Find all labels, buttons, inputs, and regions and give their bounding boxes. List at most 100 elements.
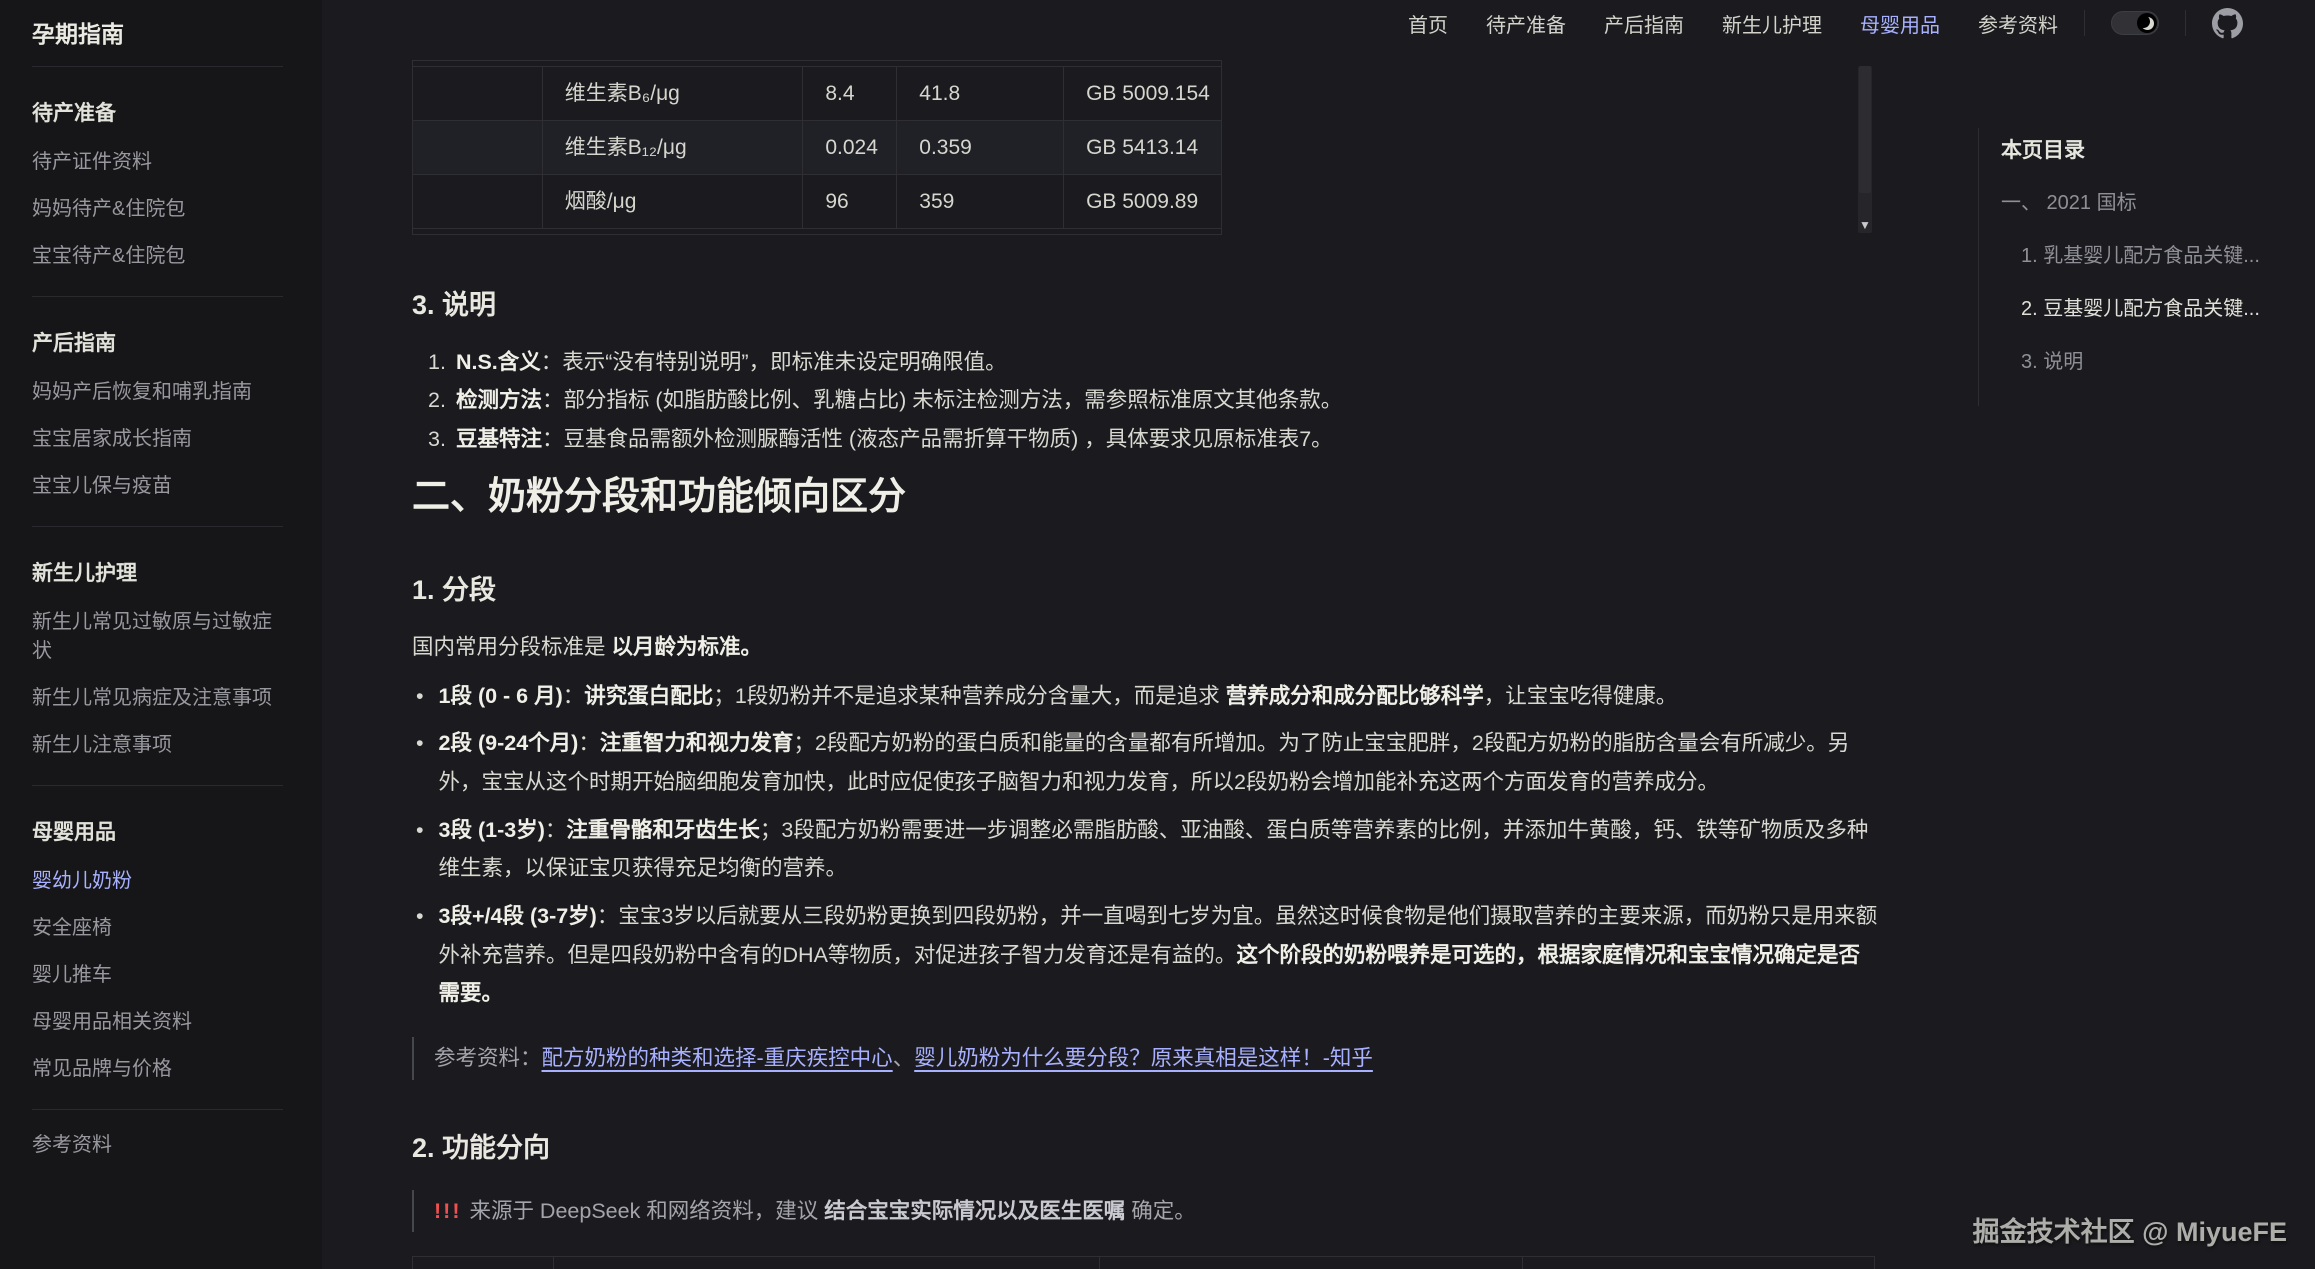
toc-item[interactable]: 1. 乳基婴儿配方食品关键... [2001, 239, 2290, 268]
github-link[interactable] [2212, 8, 2243, 39]
moon-icon [2141, 17, 2154, 30]
bullet-marker: • [416, 897, 424, 1013]
category-cell [413, 121, 543, 175]
page-toc: 本页目录 一、 2021 国标 1. 乳基婴儿配方食品关键... 2. 豆基婴儿配方… [1978, 128, 2290, 406]
table-scrollbar[interactable]: ▼ [1858, 66, 1872, 233]
sidebar-item[interactable]: 宝宝待产&住院包 [32, 239, 290, 268]
note-term: N.S.含义 [456, 350, 541, 374]
nav-item[interactable]: 母婴用品 [1860, 9, 1940, 38]
note-number: 3. [428, 427, 446, 451]
bullet-marker: • [416, 677, 424, 716]
sidebar-item[interactable]: 参考资料 [32, 1128, 290, 1157]
sidebar-item[interactable]: 宝宝儿保与疫苗 [32, 469, 290, 498]
sidebar-item[interactable]: 婴幼儿奶粉 [32, 864, 290, 893]
sidebar-divider [32, 526, 283, 527]
navbar-divider [2185, 10, 2186, 36]
toc-item[interactable]: 2. 豆基婴儿配方食品关键... [2001, 292, 2290, 321]
watermark: 掘金技术社区 @ MiyueFE [1973, 1210, 2287, 1249]
sidebar-item[interactable]: 新生儿注意事项 [32, 728, 290, 757]
sidebar-divider [32, 66, 283, 67]
table-header-cell: 适用情况 [1523, 1257, 1875, 1269]
note-text: ：豆基食品需额外检测脲酶活性 (液态产品需折算干物质) ，具体要求见原标准表7。 [542, 427, 1333, 451]
text-segment: 2段 (9-24个月) [439, 731, 579, 755]
reference-link[interactable]: 配方奶粉的种类和选择-重庆疾控中心 [542, 1046, 893, 1070]
table-row: 维生素B₁₂/μg 0.024 0.359 GB 5413.14 [413, 121, 1222, 175]
nav-links: 首页 待产准备 产后指南 新生儿护理 母婴用品 参考资料 [1408, 9, 2058, 38]
function-heading: 2. 功能分向 [412, 1132, 1878, 1166]
sidebar-item[interactable]: 母婴用品相关资料 [32, 1005, 290, 1034]
nutrient-name-cell: 维生素B₁₂/μg [542, 121, 803, 175]
sidebar-item[interactable]: 新生儿常见病症及注意事项 [32, 681, 290, 710]
sidebar-item[interactable]: 宝宝居家成长指南 [32, 422, 290, 451]
text-segment: 以月龄为标准。 [611, 635, 762, 659]
sidebar-item[interactable]: 新生儿常见过敏原与过敏症状 [32, 605, 290, 663]
toc-item[interactable]: 一、 2021 国标 [2001, 186, 2290, 215]
reference-blockquote: 参考资料：配方奶粉的种类和选择-重庆疾控中心、婴儿奶粉为什么要分段？原来真相是这… [412, 1037, 1878, 1080]
nav-item[interactable]: 新生儿护理 [1722, 9, 1822, 38]
text-segment: 确定。 [1125, 1199, 1195, 1223]
sidebar-divider [32, 1109, 283, 1110]
text-segment: 注重智力和视力发育 [600, 731, 794, 755]
sidebar-group: 参考资料 [0, 1128, 322, 1157]
github-icon [2212, 8, 2243, 39]
section-heading: 二、奶粉分段和功能倾向区分 [412, 473, 1878, 522]
sidebar-group: 母婴用品 婴幼儿奶粉安全座椅婴儿推车母婴用品相关资料常见品牌与价格 [0, 816, 322, 1110]
nav-item[interactable]: 首页 [1408, 9, 1448, 38]
sidebar-divider [32, 296, 283, 297]
scrollbar-thumb[interactable] [1859, 66, 1871, 193]
nav-item[interactable]: 参考资料 [1978, 9, 2058, 38]
max-value-cell: 41.8 [897, 67, 1064, 121]
table-header-cell: 主要成分特点 [554, 1257, 1100, 1269]
text-segment: 国内常用分段标准是 [412, 635, 611, 659]
text-segment: ： [578, 731, 600, 755]
note-item: 1.N.S.含义：表示“没有特别说明”，即标准未设定明确限值。 [428, 343, 1878, 382]
nutrition-table-scroll-container: 维生素B₆/μg 8.4 41.8 GB 5009.154 维生素B₁₂/μg … [412, 60, 1878, 237]
min-value-cell: 96 [803, 175, 897, 229]
category-cell [413, 67, 543, 121]
toc-item[interactable]: 3. 说明 [2001, 345, 2290, 374]
bullet-text: 3段+/4段 (3-7岁)：宝宝3岁以后就要从三段奶粉更换到四段奶粉，并一直喝到… [439, 897, 1878, 1013]
text-segment: !!! [434, 1199, 461, 1223]
reference-link[interactable]: 婴儿奶粉为什么要分段？原来真相是这样！-知乎 [914, 1046, 1373, 1070]
sidebar-item[interactable]: 妈妈产后恢复和哺乳指南 [32, 375, 290, 404]
sidebar: 孕期指南 待产准备 待产证件资料妈妈待产&住院包宝宝待产&住院包 产后指南 妈妈… [0, 0, 322, 1269]
note-number: 2. [428, 388, 446, 412]
toc-title: 本页目录 [2001, 134, 2290, 164]
nav-item[interactable]: 产后指南 [1604, 9, 1684, 38]
note-number: 1. [428, 350, 446, 374]
text-segment: ；1段奶粉并不是追求某种营养成分含量大，而是追求 [713, 684, 1225, 708]
table-row: 维生素B₆/μg 8.4 41.8 GB 5009.154 [413, 67, 1222, 121]
sidebar-group-title: 新生儿护理 [32, 557, 290, 587]
bullet-marker: • [416, 724, 424, 801]
sidebar-group: 新生儿护理 新生儿常见过敏原与过敏症状新生儿常见病症及注意事项新生儿注意事项 [0, 557, 322, 786]
text-segment: 参考资料： [434, 1046, 542, 1070]
gb-standard-cell: GB 5009.154 [1064, 67, 1222, 121]
bullet-text: 2段 (9-24个月)：注重智力和视力发育；2段配方奶粉的蛋白质和能量的含量都有… [439, 724, 1878, 801]
text-segment: ： [545, 818, 567, 842]
gb-standard-cell: GB 5413.14 [1064, 121, 1222, 175]
toggle-knob [2137, 13, 2157, 33]
bullet-marker: • [416, 811, 424, 888]
sidebar-group: 产后指南 妈妈产后恢复和哺乳指南宝宝居家成长指南宝宝儿保与疫苗 [0, 327, 322, 527]
theme-toggle[interactable] [2111, 11, 2159, 35]
sidebar-group-title: 产后指南 [32, 327, 290, 357]
scroll-down-arrow-icon[interactable]: ▼ [1858, 218, 1872, 232]
sidebar-item[interactable]: 安全座椅 [32, 911, 290, 940]
bullet-item: • 3段 (1-3岁)：注重骨骼和牙齿生长；3段配方奶粉需要进一步调整必需脂肪酸… [416, 811, 1878, 888]
bullet-item: • 3段+/4段 (3-7岁)：宝宝3岁以后就要从三段奶粉更换到四段奶粉，并一直… [416, 897, 1878, 1013]
sidebar-group-title: 待产准备 [32, 97, 290, 127]
text-segment: ： [563, 684, 585, 708]
note-text: ：部分指标 (如脂肪酸比例、乳糖占比) 未标注检测方法，需参照标准原文其他条款。 [542, 388, 1342, 412]
table-header-row: 功能方向主要成分特点代表成分/产品示例适用情况 [413, 1257, 1875, 1269]
nav-item[interactable]: 待产准备 [1486, 9, 1566, 38]
main-content: 维生素B₆/μg 8.4 41.8 GB 5009.154 维生素B₁₂/μg … [412, 46, 1878, 1269]
app-window: 孕期指南 待产准备 待产证件资料妈妈待产&住院包宝宝待产&住院包 产后指南 妈妈… [0, 0, 2315, 1269]
sidebar-item[interactable]: 妈妈待产&住院包 [32, 192, 290, 221]
text-segment: ，让宝宝吃得健康。 [1484, 684, 1678, 708]
sidebar-item[interactable]: 常见品牌与价格 [32, 1052, 290, 1081]
bullet-item: • 1段 (0 - 6 月)：讲究蛋白配比；1段奶粉并不是追求某种营养成分含量大… [416, 677, 1878, 716]
text-segment: 来源于 DeepSeek 和网络资料，建议 [463, 1199, 824, 1223]
sidebar-item[interactable]: 待产证件资料 [32, 145, 290, 174]
sidebar-item[interactable]: 婴儿推车 [32, 958, 290, 987]
max-value-cell: 0.359 [897, 121, 1064, 175]
